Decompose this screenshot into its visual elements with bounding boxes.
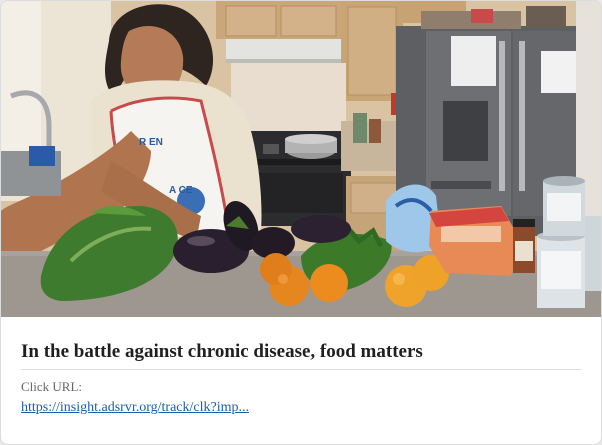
- ad-content: In the battle against chronic disease, f…: [21, 317, 581, 417]
- ad-image[interactable]: R EN A CE: [1, 1, 601, 317]
- ad-headline[interactable]: In the battle against chronic disease, f…: [21, 341, 581, 363]
- apron-text: A CE: [169, 185, 193, 196]
- click-url-link[interactable]: https://insight.adsrvr.org/track/clk?imp…: [21, 399, 249, 417]
- ad-card: R EN A CE In the battle against chronic …: [0, 0, 602, 445]
- apron-text: R EN: [139, 137, 163, 148]
- click-url-label: Click URL:: [21, 379, 83, 394]
- divider: [21, 369, 581, 370]
- kitchen-photo: [1, 1, 601, 317]
